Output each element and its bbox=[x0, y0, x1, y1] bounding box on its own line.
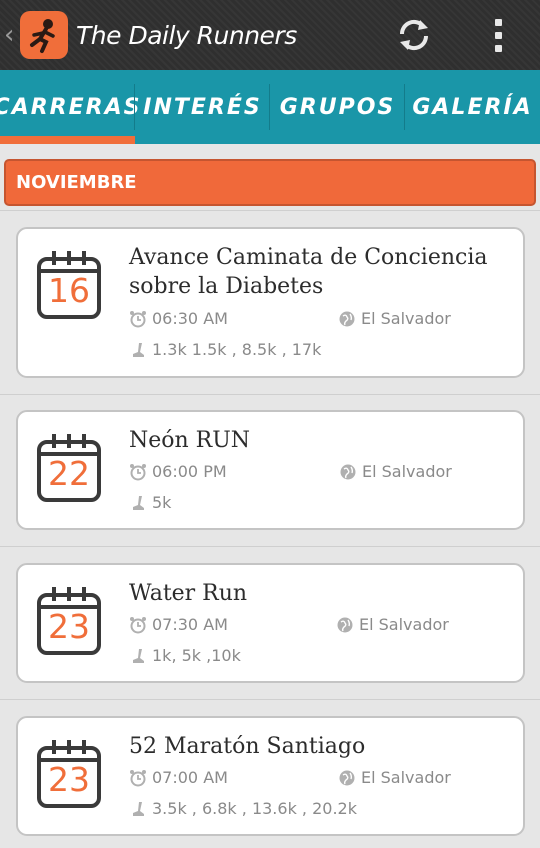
event-country-label: El Salvador bbox=[362, 462, 452, 481]
calendar-icon: 23 bbox=[36, 585, 102, 657]
divider bbox=[0, 394, 540, 395]
overflow-menu-icon bbox=[494, 16, 502, 55]
event-card[interactable]: 23 Water Run 07:30 AM El Salvador 1k, 5k… bbox=[16, 563, 525, 683]
refresh-icon bbox=[399, 19, 429, 51]
globe-icon bbox=[339, 463, 357, 481]
refresh-button[interactable] bbox=[390, 12, 438, 58]
calendar-icon: 22 bbox=[36, 432, 102, 504]
event-distances-label: 3.5k , 6.8k , 13.6k , 20.2k bbox=[152, 799, 357, 818]
alarm-clock-icon bbox=[129, 769, 147, 787]
event-time-label: 07:30 AM bbox=[152, 615, 228, 634]
event-country-label: El Salvador bbox=[359, 615, 449, 634]
globe-icon bbox=[336, 616, 354, 634]
event-country-label: El Salvador bbox=[361, 309, 451, 328]
event-distances-label: 1.3k 1.5k , 8.5k , 17k bbox=[152, 340, 322, 359]
tab-grupos[interactable]: GRUPOS bbox=[270, 70, 405, 144]
tab-label: CARRERAS bbox=[0, 94, 142, 120]
running-shoe-icon bbox=[129, 647, 147, 665]
event-distances: 1k, 5k ,10k bbox=[129, 646, 241, 665]
tab-carreras[interactable]: CARRERAS bbox=[0, 70, 139, 144]
event-time-label: 07:00 AM bbox=[152, 768, 228, 787]
event-time: 07:30 AM bbox=[129, 615, 228, 634]
alarm-clock-icon bbox=[129, 616, 147, 634]
event-location: El Salvador bbox=[339, 462, 452, 481]
globe-icon bbox=[338, 310, 356, 328]
event-distances-label: 5k bbox=[152, 493, 172, 512]
tab-bar: CARRERAS INTERÉS GRUPOS GALERÍA bbox=[0, 70, 540, 144]
alarm-clock-icon bbox=[129, 463, 147, 481]
divider bbox=[0, 546, 540, 547]
event-day: 16 bbox=[48, 271, 90, 310]
event-title: Water Run bbox=[129, 581, 248, 606]
event-day: 22 bbox=[48, 454, 90, 493]
event-distances-label: 1k, 5k ,10k bbox=[152, 646, 241, 665]
app-title: The Daily Runners bbox=[76, 20, 297, 50]
running-shoe-icon bbox=[129, 341, 147, 359]
event-card[interactable]: 16 Avance Caminata de Conciencia sobre l… bbox=[16, 227, 525, 378]
running-shoe-icon bbox=[129, 494, 147, 512]
calendar-icon: 23 bbox=[36, 738, 102, 810]
event-day: 23 bbox=[48, 760, 90, 799]
tab-interes[interactable]: INTERÉS bbox=[135, 70, 270, 144]
running-shoe-icon bbox=[129, 800, 147, 818]
event-card[interactable]: 22 Neón RUN 06:00 PM El Salvador 5k bbox=[16, 410, 525, 530]
event-time: 07:00 AM bbox=[129, 768, 228, 787]
overflow-menu-button[interactable] bbox=[478, 12, 518, 58]
tab-label: GRUPOS bbox=[279, 94, 396, 120]
tab-label: INTERÉS bbox=[143, 94, 262, 120]
calendar-icon: 16 bbox=[36, 249, 102, 321]
event-location: El Salvador bbox=[338, 309, 451, 328]
event-title: 52 Maratón Santiago bbox=[129, 734, 366, 759]
action-bar: ‹ The Daily Runners bbox=[0, 0, 540, 70]
event-card[interactable]: 23 52 Maratón Santiago 07:00 AM El Salva… bbox=[16, 716, 525, 836]
month-header: NOVIEMBRE bbox=[4, 159, 536, 206]
event-distances: 5k bbox=[129, 493, 171, 512]
event-country-label: El Salvador bbox=[361, 768, 451, 787]
event-time: 06:30 AM bbox=[129, 309, 228, 328]
tab-galeria[interactable]: GALERÍA bbox=[405, 70, 540, 144]
event-location: El Salvador bbox=[336, 615, 449, 634]
event-title: Avance Caminata de Conciencia sobre la D… bbox=[129, 245, 488, 299]
event-time-label: 06:30 AM bbox=[152, 309, 228, 328]
alarm-clock-icon bbox=[129, 310, 147, 328]
event-location: El Salvador bbox=[338, 768, 451, 787]
runner-logo-icon[interactable] bbox=[20, 11, 68, 59]
event-time: 06:00 PM bbox=[129, 462, 227, 481]
event-time-label: 06:00 PM bbox=[152, 462, 227, 481]
globe-icon bbox=[338, 769, 356, 787]
event-distances: 1.3k 1.5k , 8.5k , 17k bbox=[129, 340, 321, 359]
tab-label: GALERÍA bbox=[412, 94, 533, 120]
tab-selected-indicator bbox=[0, 136, 135, 144]
divider bbox=[0, 699, 540, 700]
up-caret-icon[interactable]: ‹ bbox=[4, 22, 18, 48]
event-day: 23 bbox=[48, 607, 90, 646]
divider bbox=[0, 210, 540, 211]
event-distances: 3.5k , 6.8k , 13.6k , 20.2k bbox=[129, 799, 357, 818]
month-label: NOVIEMBRE bbox=[16, 172, 137, 193]
event-title: Neón RUN bbox=[129, 428, 251, 453]
